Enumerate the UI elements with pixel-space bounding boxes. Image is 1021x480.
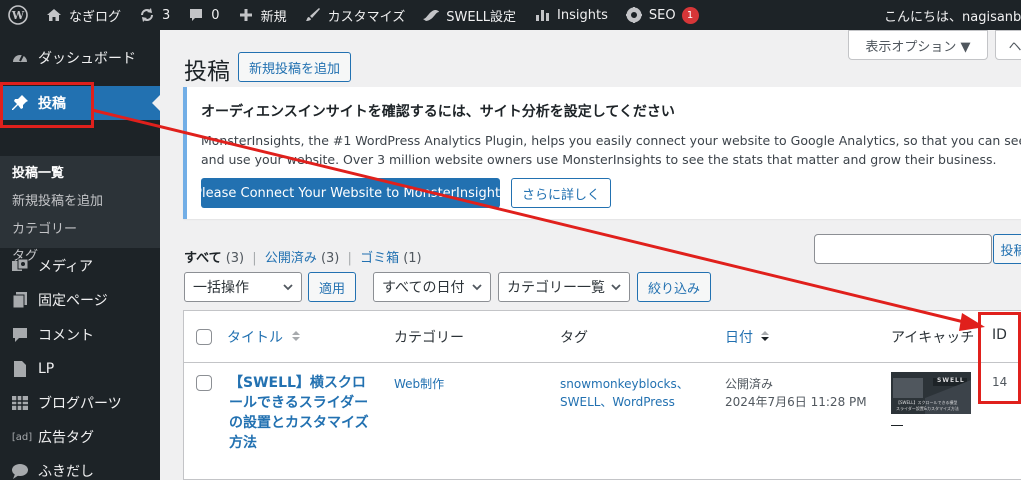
annotation-arrow <box>91 108 985 331</box>
